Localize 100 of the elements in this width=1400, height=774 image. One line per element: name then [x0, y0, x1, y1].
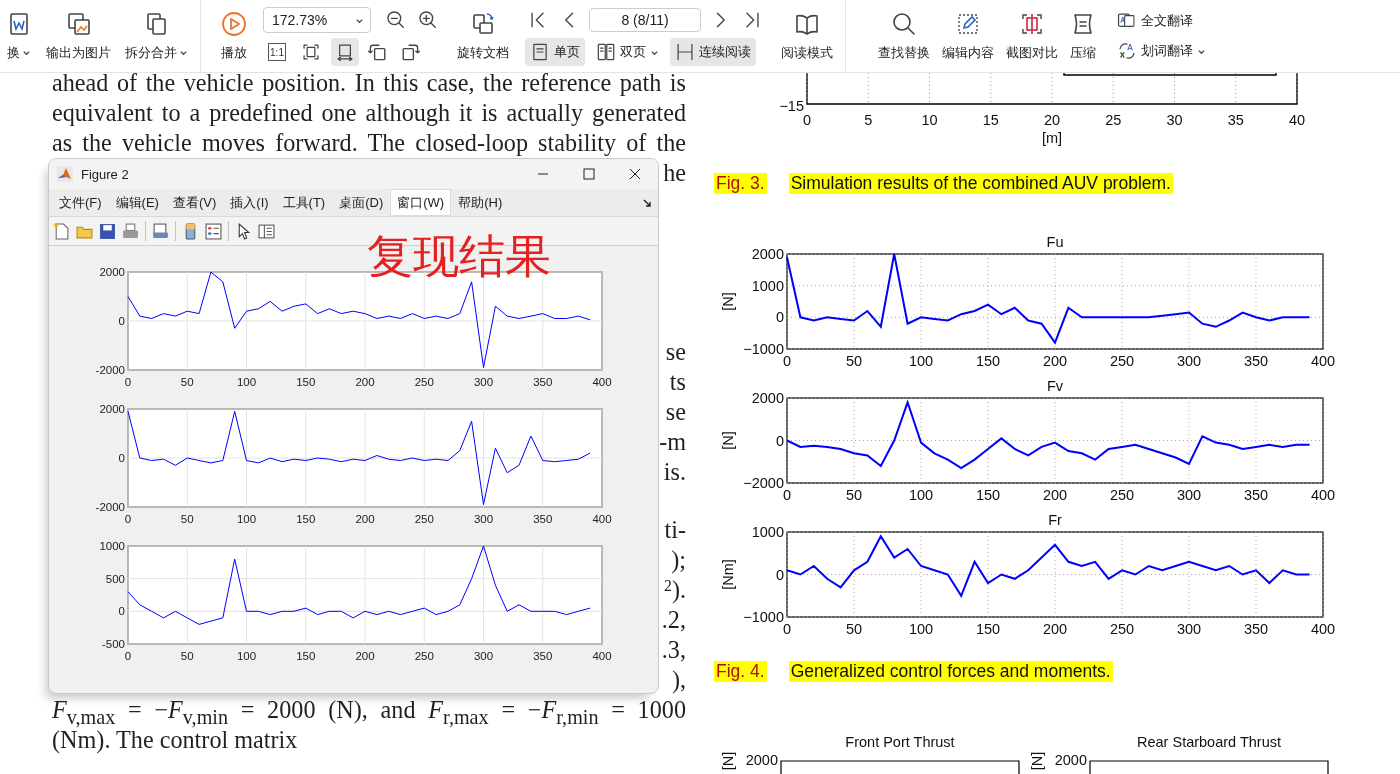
chart-title: Rear Starboard Thrust — [1137, 734, 1281, 750]
tick-label: 0 — [782, 620, 792, 637]
play-button[interactable]: 播放 — [215, 6, 253, 66]
tick-label: 150 — [975, 486, 1001, 503]
axis-label: [m] — [1041, 130, 1063, 146]
body-text-line: .2, — [661, 605, 686, 635]
menu-item[interactable]: 帮助(H) — [451, 189, 510, 216]
figure-label: Fig. 4. — [714, 660, 767, 682]
rotate-document-button[interactable]: 旋转文档 — [451, 6, 515, 66]
tick-label: 400 — [1310, 352, 1336, 369]
tick-label: 250 — [1109, 352, 1135, 369]
tick-label: 200 — [355, 376, 375, 388]
chart-title: Front Port Thrust — [845, 734, 955, 750]
tick-label: 350 — [1243, 486, 1269, 503]
tick-label: 100 — [908, 352, 934, 369]
tick-label: 2000 — [751, 245, 784, 262]
tick-label: 350 — [533, 376, 553, 388]
fit-width-icon[interactable] — [331, 38, 359, 66]
tick-label: 300 — [473, 376, 494, 388]
figure-caption: Generalized control forces and moments. — [788, 660, 1113, 682]
menu-item[interactable]: 编辑(E) — [108, 189, 166, 216]
dock-arrow-icon[interactable] — [642, 197, 652, 208]
menu-item[interactable]: 文件(F) — [52, 189, 109, 216]
figure-label: Fig. 3. — [714, 173, 767, 195]
rotate-page-icon — [470, 10, 496, 37]
save-icon[interactable] — [99, 222, 116, 240]
print-preview-icon[interactable] — [152, 222, 169, 240]
tick-label: 350 — [533, 650, 553, 662]
body-text-line: ts — [669, 367, 686, 397]
toolbar-button[interactable]: 编辑内容 — [936, 6, 1000, 66]
body-text-line: .3, — [661, 635, 686, 665]
tick-label: 50 — [845, 352, 863, 369]
body-text-line: -m — [659, 427, 686, 457]
tick-label: 200 — [1042, 620, 1068, 637]
tick-label: 50 — [180, 376, 194, 388]
double-page-icon — [596, 42, 616, 62]
page-layout-button[interactable]: 双页 — [591, 38, 664, 66]
toolbar-button[interactable]: 输出为图片 — [40, 6, 117, 66]
tick-label: 300 — [1176, 486, 1202, 503]
tick-label: 300 — [473, 650, 494, 662]
toolbar-button[interactable]: 压缩 — [1064, 6, 1102, 66]
body-text-line: ), — [671, 665, 686, 695]
tick-label: 100 — [236, 376, 257, 388]
play-icon — [221, 10, 247, 37]
tick-label: 0 — [802, 112, 812, 128]
tick-label: 1000 — [99, 540, 125, 552]
page-layout-button[interactable]: 单页 — [525, 38, 585, 66]
tick-label: 2000 — [1054, 752, 1087, 768]
tick-label: 50 — [845, 620, 863, 637]
body-text-line: he — [663, 158, 686, 188]
zoom-select[interactable]: 172.73% — [263, 7, 371, 33]
chart-title: Fr — [1048, 511, 1062, 528]
printer-icon[interactable] — [122, 222, 139, 240]
peak-logo-icon — [57, 166, 73, 182]
new-file-icon[interactable] — [53, 222, 70, 240]
tick-label: 0 — [124, 650, 132, 662]
tick-label: 0 — [775, 308, 784, 325]
tick-label: 200 — [1042, 352, 1068, 369]
tick-label: 100 — [908, 486, 934, 503]
tick-label: 40 — [1288, 112, 1306, 128]
tick-label: 400 — [1310, 620, 1336, 637]
toolbar-button[interactable]: 拆分合并 — [119, 6, 194, 66]
caret-icon — [179, 48, 188, 57]
tick-label: -2000 — [95, 364, 125, 376]
actual-size-button[interactable]: 1:1 — [263, 38, 291, 66]
page-field[interactable]: 8 (8/11) — [589, 8, 701, 32]
tick-label: 30 — [1166, 112, 1183, 128]
menu-item[interactable]: 桌面(D) — [332, 189, 391, 216]
toolbar-button[interactable]: 查找替换 — [872, 6, 936, 66]
menu-item[interactable]: 窗口(W) — [390, 189, 452, 216]
axis-label: [N] — [720, 751, 736, 771]
menu-item[interactable]: 工具(T) — [275, 189, 333, 216]
tick-label: 250 — [1109, 486, 1135, 503]
reading-mode-button[interactable]: 阅读模式 — [775, 6, 839, 66]
word-translate-icon — [1117, 41, 1137, 61]
tick-label: 300 — [1176, 352, 1202, 369]
tick-label: 300 — [473, 513, 494, 525]
menu-item[interactable]: 查看(V) — [165, 189, 224, 216]
tick-label: 0 — [118, 315, 125, 327]
translate-button[interactable]: 划词翻译 — [1112, 37, 1211, 65]
tick-label: 15 — [982, 112, 999, 128]
search-icon — [891, 10, 917, 37]
tick-label: 200 — [1042, 486, 1068, 503]
menu-item[interactable]: 插入(I) — [223, 189, 276, 216]
tick-label: 400 — [592, 376, 612, 388]
tick-label: 400 — [592, 650, 612, 662]
toolbar-button[interactable]: 换 — [0, 6, 38, 66]
page-layout-button[interactable]: 连续阅读 — [670, 38, 756, 66]
toolbar-button[interactable]: 截图对比 — [1000, 6, 1064, 66]
tick-label: 2000 — [745, 752, 778, 768]
tick-label: −15 — [779, 98, 804, 114]
property-panel-icon[interactable] — [258, 222, 275, 240]
body-text-line: ); — [671, 545, 686, 575]
body-text-line: equivalent to a predefined one although it is actually generated — [52, 98, 686, 128]
axis-label: [N] — [720, 430, 736, 450]
translate-button[interactable]: 全文翻译 — [1112, 7, 1211, 35]
tick-label: 35 — [1227, 112, 1244, 128]
legend-icon[interactable] — [205, 222, 222, 240]
continuous-page-icon — [675, 42, 695, 62]
single-page-icon — [530, 42, 550, 62]
